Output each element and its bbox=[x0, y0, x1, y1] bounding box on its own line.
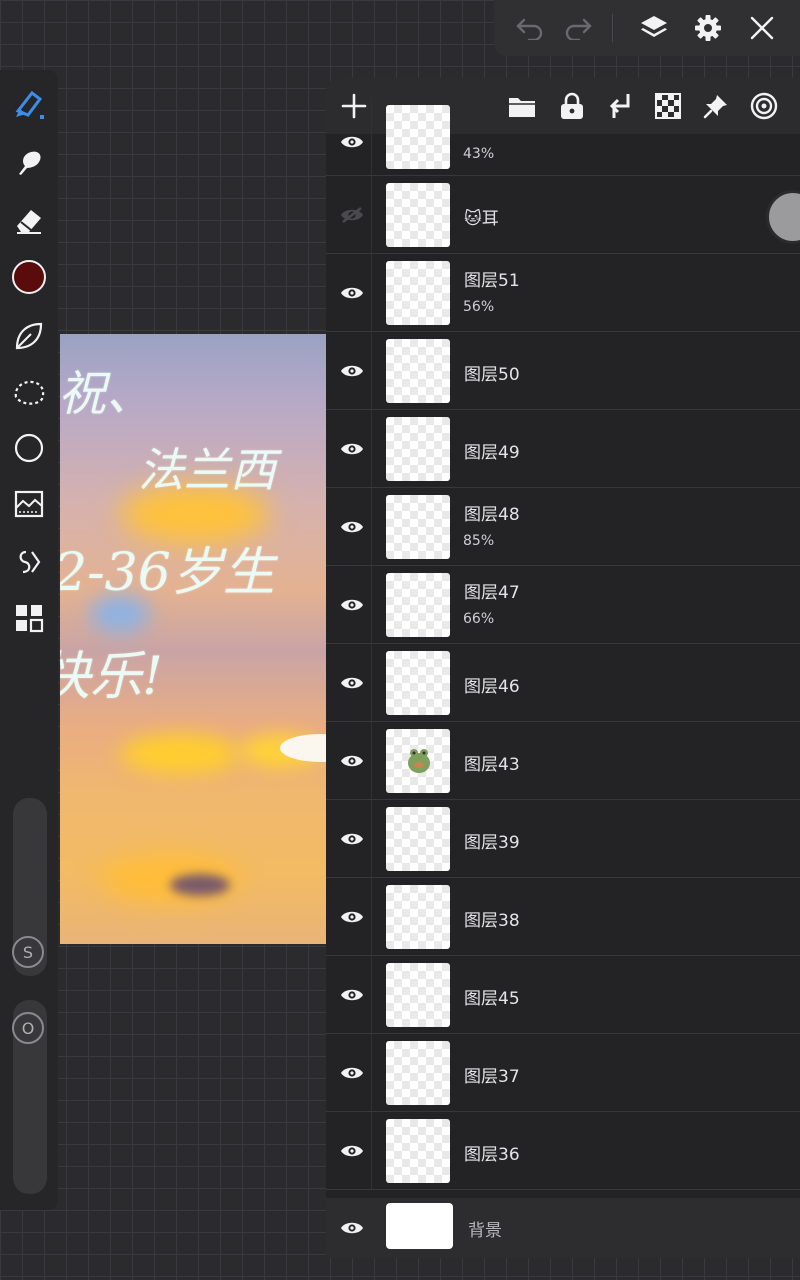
layer-row[interactable]: 图层43 bbox=[326, 722, 800, 800]
layer-row[interactable]: 图层45 bbox=[326, 956, 800, 1034]
layer-opacity: 66% bbox=[463, 611, 495, 627]
background-layer-row[interactable]: 背景 bbox=[326, 1198, 800, 1258]
layer-name: 背景 bbox=[468, 1221, 502, 1241]
visibility-eye-icon[interactable] bbox=[332, 507, 372, 547]
liquify-icon[interactable] bbox=[9, 316, 49, 356]
visibility-eye-icon[interactable] bbox=[332, 273, 372, 313]
hidden-eye-icon[interactable] bbox=[332, 195, 372, 235]
handwriting-line: 法兰西 bbox=[138, 443, 276, 497]
dark-cloud bbox=[170, 874, 230, 896]
visibility-eye-icon[interactable] bbox=[332, 122, 372, 162]
sun-glow bbox=[120, 734, 240, 774]
visibility-eye-icon[interactable] bbox=[332, 897, 372, 937]
layer-name: 图层48 bbox=[464, 505, 520, 525]
close-icon[interactable] bbox=[742, 8, 782, 48]
layer-name: 图层36 bbox=[464, 1145, 520, 1165]
layer-thumbnail bbox=[386, 1041, 450, 1105]
handwriting-line: 2-36岁生 bbox=[60, 543, 275, 603]
layer-name: 图层47 bbox=[464, 583, 520, 603]
background-thumbnail bbox=[386, 1203, 453, 1249]
visibility-eye-icon[interactable] bbox=[332, 1053, 372, 1093]
layer-thumbnail bbox=[386, 885, 450, 949]
color-swatch[interactable] bbox=[9, 257, 49, 297]
canvas-artwork[interactable]: 祝、 法兰西 2-36岁生 快乐! bbox=[60, 334, 326, 944]
visibility-eye-icon[interactable] bbox=[332, 1208, 372, 1248]
layer-thumbnail bbox=[386, 495, 450, 559]
smudge-icon[interactable] bbox=[9, 142, 49, 182]
layer-name: 图层38 bbox=[464, 911, 520, 931]
opacity-handle[interactable]: O bbox=[12, 1012, 44, 1044]
frog-icon bbox=[408, 749, 430, 773]
visibility-eye-icon[interactable] bbox=[332, 741, 372, 781]
layer-thumbnail bbox=[386, 261, 450, 325]
settings-icon[interactable] bbox=[688, 8, 728, 48]
layer-thumbnail bbox=[386, 729, 450, 793]
layer-row[interactable]: 🐱耳 bbox=[326, 176, 800, 254]
layers-panel: 43% 🐱耳 图层51 56% 图层50 图层49 图层48 85% 图层47 … bbox=[326, 78, 800, 1258]
visibility-eye-icon[interactable] bbox=[332, 975, 372, 1015]
layer-row[interactable]: 图层36 bbox=[326, 1112, 800, 1190]
top-bar bbox=[494, 0, 800, 56]
opacity-label: O bbox=[21, 1018, 35, 1038]
tool-sidebar: S O bbox=[0, 70, 58, 1210]
layer-row[interactable]: 图层49 bbox=[326, 410, 800, 488]
handwriting-line: 快乐! bbox=[60, 647, 163, 707]
handwriting-line: 祝、 bbox=[60, 366, 155, 422]
layer-thumbnail bbox=[386, 183, 450, 247]
layer-opacity: 85% bbox=[463, 533, 495, 549]
layer-name: 图层51 bbox=[464, 271, 520, 291]
brush-icon[interactable] bbox=[9, 84, 49, 124]
visibility-eye-icon[interactable] bbox=[332, 663, 372, 703]
layer-name: 图层45 bbox=[464, 989, 520, 1009]
layer-row[interactable]: 图层37 bbox=[326, 1034, 800, 1112]
layer-name: 图层50 bbox=[464, 365, 520, 385]
layer-row[interactable]: 图层48 85% bbox=[326, 488, 800, 566]
visibility-eye-icon[interactable] bbox=[332, 585, 372, 625]
layer-thumbnail bbox=[386, 807, 450, 871]
layer-name: 图层43 bbox=[464, 755, 520, 775]
layer-thumbnail bbox=[386, 105, 450, 169]
visibility-eye-icon[interactable] bbox=[332, 429, 372, 469]
size-label: S bbox=[22, 942, 34, 962]
layer-row[interactable]: 43% bbox=[326, 98, 800, 176]
layer-row[interactable]: 图层38 bbox=[326, 878, 800, 956]
layer-row[interactable]: 图层50 bbox=[326, 332, 800, 410]
layer-row[interactable]: 图层51 56% bbox=[326, 254, 800, 332]
layer-opacity: 43% bbox=[463, 146, 495, 162]
layer-opacity: 56% bbox=[463, 299, 495, 315]
layer-thumbnail bbox=[386, 1119, 450, 1183]
layer-name: 图层46 bbox=[464, 677, 520, 697]
layer-thumbnail bbox=[386, 417, 450, 481]
layer-row[interactable]: 图层46 bbox=[326, 644, 800, 722]
visibility-eye-icon[interactable] bbox=[332, 1131, 372, 1171]
shape-icon[interactable] bbox=[9, 428, 49, 468]
layers-icon[interactable] bbox=[634, 8, 674, 48]
symmetry-icon[interactable] bbox=[9, 542, 49, 582]
layer-thumbnail bbox=[386, 651, 450, 715]
size-handle[interactable]: S bbox=[12, 936, 44, 968]
layer-name: 🐱耳 bbox=[464, 209, 499, 229]
layer-name: 图层39 bbox=[464, 833, 520, 853]
undo-icon[interactable] bbox=[510, 8, 550, 48]
visibility-eye-icon[interactable] bbox=[332, 351, 372, 391]
layer-thumbnail bbox=[386, 339, 450, 403]
divider bbox=[612, 14, 613, 42]
redo-icon[interactable] bbox=[558, 8, 598, 48]
eraser-icon[interactable] bbox=[9, 200, 49, 240]
layer-name: 图层37 bbox=[464, 1067, 520, 1087]
transform-icon[interactable] bbox=[9, 598, 49, 638]
layer-thumbnail bbox=[386, 573, 450, 637]
selection-icon[interactable] bbox=[9, 372, 49, 412]
layer-row[interactable]: 图层39 bbox=[326, 800, 800, 878]
adjustments-icon[interactable] bbox=[9, 484, 49, 524]
layer-thumbnail bbox=[386, 963, 450, 1027]
layer-row[interactable]: 图层47 66% bbox=[326, 566, 800, 644]
visibility-eye-icon[interactable] bbox=[332, 819, 372, 859]
layer-name: 图层49 bbox=[464, 443, 520, 463]
